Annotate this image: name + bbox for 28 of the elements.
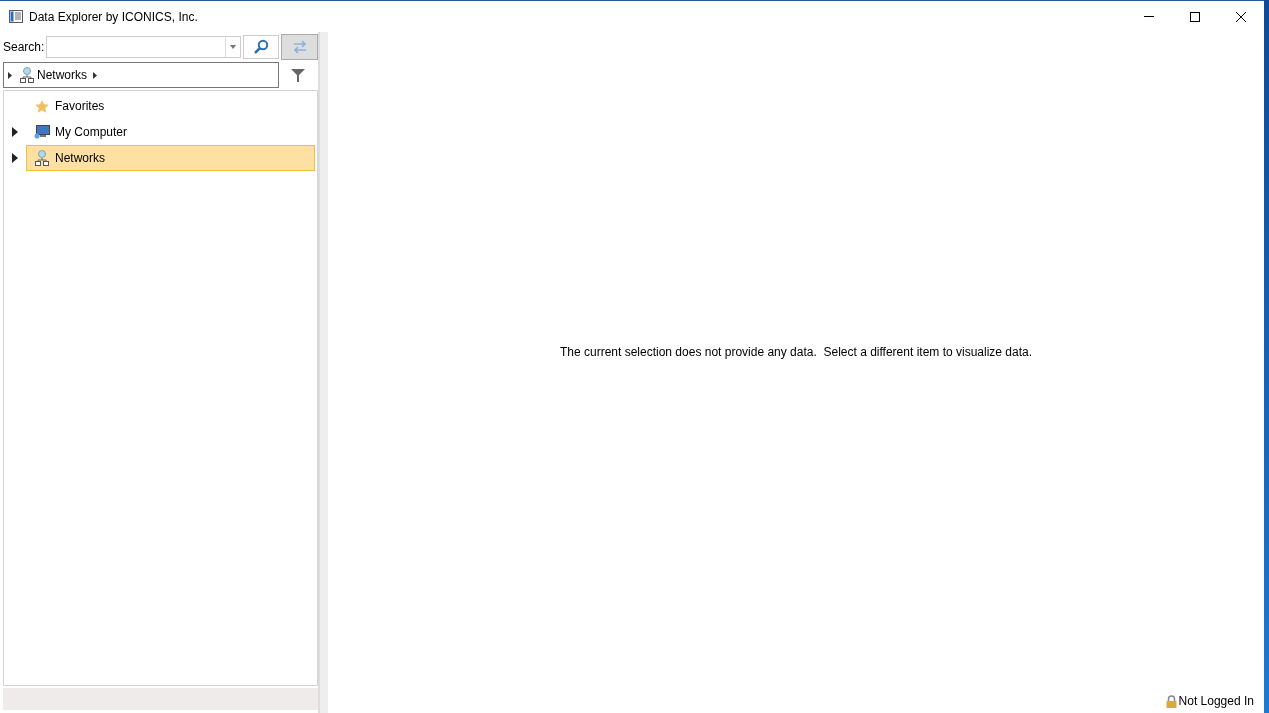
splitter-handle[interactable]	[318, 32, 328, 713]
lock-icon	[1165, 694, 1177, 708]
search-icon	[252, 39, 269, 55]
empty-message: The current selection does not provide any data. Select a different item to visualize data.	[559, 345, 1033, 359]
computer-icon	[33, 125, 50, 139]
window-title: Data Explorer by ICONICS, Inc.	[29, 9, 198, 24]
caret-right-icon[interactable]	[8, 71, 12, 79]
tree-item[interactable]: My Computer	[26, 119, 315, 145]
expander-icon[interactable]	[12, 127, 18, 137]
search-field[interactable]	[46, 36, 241, 58]
minimize-icon	[1144, 16, 1154, 17]
tree-item[interactable]: Networks	[26, 145, 315, 171]
star-icon	[34, 99, 49, 113]
breadcrumb-item[interactable]: Networks	[37, 68, 87, 82]
network-icon	[18, 67, 35, 83]
search-label: Search:	[3, 40, 45, 54]
swap-arrows-icon	[291, 40, 308, 54]
login-status: Not Logged In	[1178, 694, 1254, 708]
expander-icon[interactable]	[12, 153, 18, 163]
network-icon	[33, 150, 50, 166]
caret-right-icon[interactable]	[93, 71, 97, 79]
maximize-icon	[1189, 10, 1201, 23]
filter-icon[interactable]	[291, 68, 305, 82]
close-icon	[1235, 10, 1247, 23]
tree-item[interactable]: Favorites	[26, 93, 315, 119]
search-button[interactable]	[242, 35, 280, 59]
dropdown-caret-icon	[229, 45, 236, 49]
app-icon	[9, 10, 23, 23]
